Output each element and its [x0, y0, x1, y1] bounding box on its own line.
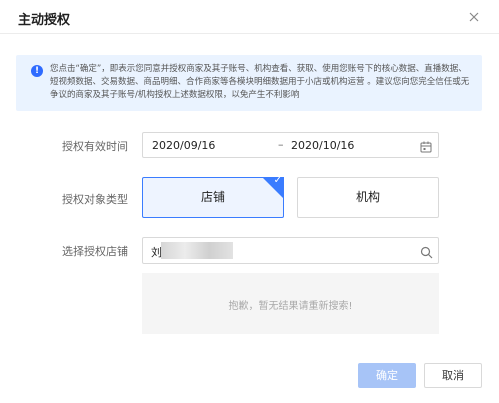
redacted-text: [161, 242, 233, 259]
info-icon: !: [31, 65, 43, 77]
store-search-input[interactable]: 刘: [142, 237, 439, 264]
type-option-org-label: 机构: [355, 190, 380, 204]
close-icon[interactable]: [465, 8, 483, 26]
validity-label: 授权有效时间: [62, 140, 128, 153]
notice-text: 您点击“确定”，即表示您同意并授权商家及其子账号、机构查看、获取、使用您账号下的…: [50, 64, 470, 100]
confirm-button[interactable]: 确定: [358, 363, 416, 388]
calendar-icon[interactable]: [419, 139, 433, 153]
cancel-button[interactable]: 取消: [424, 363, 482, 388]
empty-message: 抱歉，暂无结果请重新搜索!: [228, 301, 353, 312]
dialog-header: 主动授权: [0, 0, 499, 34]
dialog-title: 主动授权: [18, 13, 71, 28]
selected-check-icon: ✓: [262, 177, 284, 199]
empty-results: 抱歉，暂无结果请重新搜索!: [142, 273, 439, 334]
type-option-store[interactable]: 店铺 ✓: [142, 177, 284, 218]
search-icon[interactable]: [420, 244, 433, 259]
authorization-dialog: 主动授权 ! 您点击“确定”，即表示您同意并授权商家及其子账号、机构查看、获取、…: [0, 0, 499, 403]
store-label: 选择授权店铺: [62, 245, 128, 258]
start-date[interactable]: 2020/09/16: [152, 139, 215, 152]
end-date[interactable]: 2020/10/16: [291, 139, 354, 152]
date-range-picker[interactable]: 2020/09/16 – 2020/10/16: [142, 132, 439, 158]
date-separator: –: [278, 138, 284, 151]
type-label: 授权对象类型: [62, 193, 128, 206]
notice-banner: ! 您点击“确定”，即表示您同意并授权商家及其子账号、机构查看、获取、使用您账号…: [16, 55, 482, 111]
type-option-store-label: 店铺: [200, 190, 225, 204]
type-option-org[interactable]: 机构: [297, 177, 439, 218]
